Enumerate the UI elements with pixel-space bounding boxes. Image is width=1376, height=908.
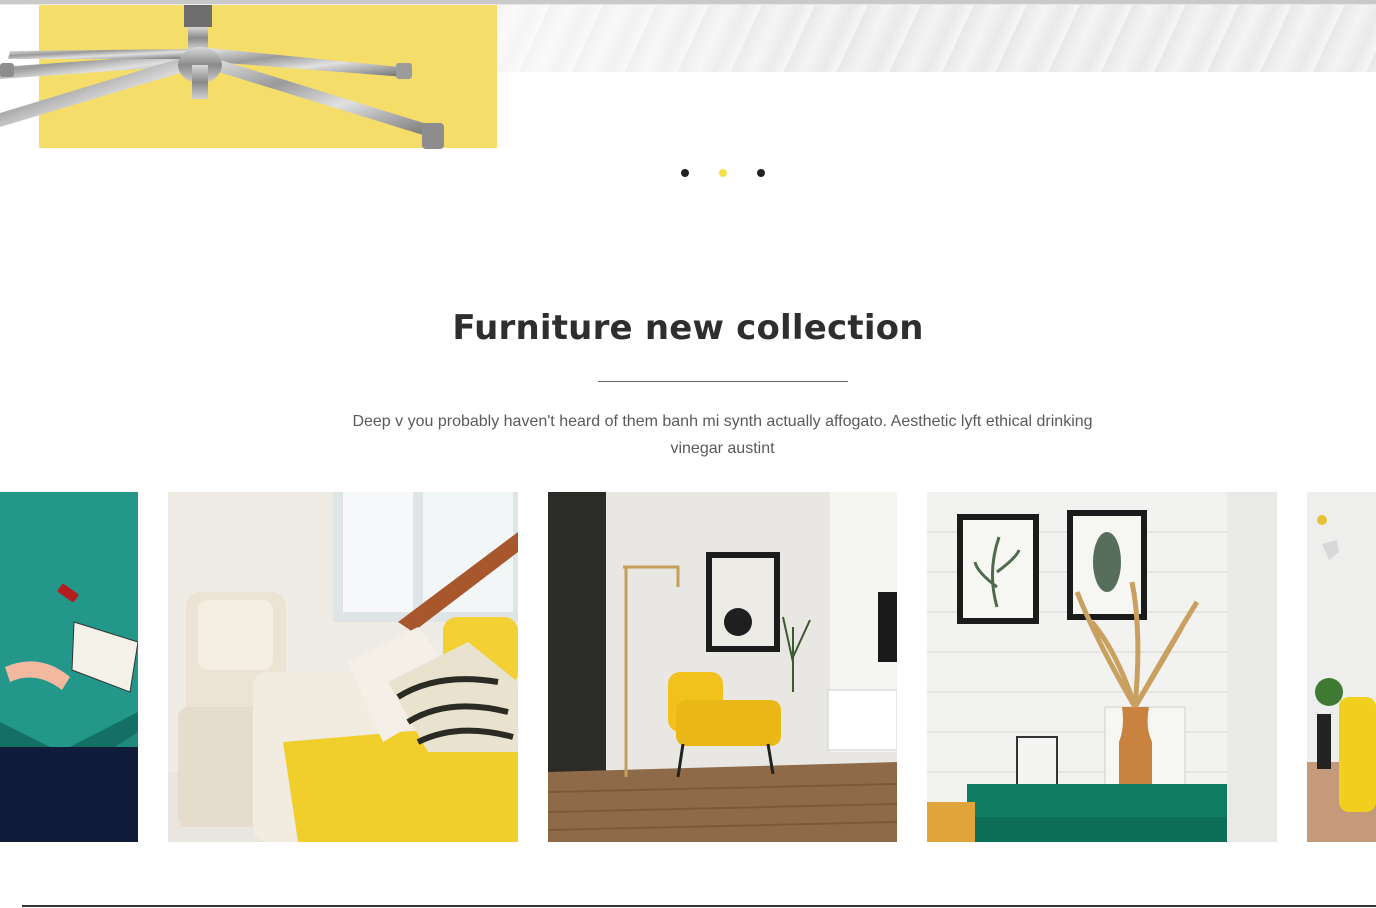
slider-dot-1[interactable] [681, 169, 689, 177]
slider-dot-2-active[interactable] [719, 169, 727, 177]
photo-icon [1307, 492, 1376, 842]
title-divider [598, 381, 848, 382]
slider-pagination [0, 169, 1376, 181]
section-title: Furniture new collection [452, 308, 924, 348]
photo-icon [927, 492, 1277, 842]
page: Furniture new collection Deep v you prob… [0, 0, 1376, 908]
chair-base-image [0, 5, 444, 149]
gallery-image-green-console[interactable] [927, 492, 1277, 842]
bottom-divider [22, 905, 1376, 907]
photo-icon [548, 492, 897, 842]
photo-icon [168, 492, 518, 842]
gallery-image-yellow-sofa[interactable] [168, 492, 518, 842]
gallery-image-yellow-sofa-plants[interactable] [1307, 492, 1376, 842]
gallery-image-teal-desk[interactable] [0, 492, 138, 842]
section-description: Deep v you probably haven't heard of the… [352, 413, 1093, 457]
photo-icon [0, 492, 138, 842]
slider-dot-3[interactable] [757, 169, 765, 177]
hero-background [497, 5, 1376, 72]
gallery-image-yellow-armchair[interactable] [548, 492, 897, 842]
